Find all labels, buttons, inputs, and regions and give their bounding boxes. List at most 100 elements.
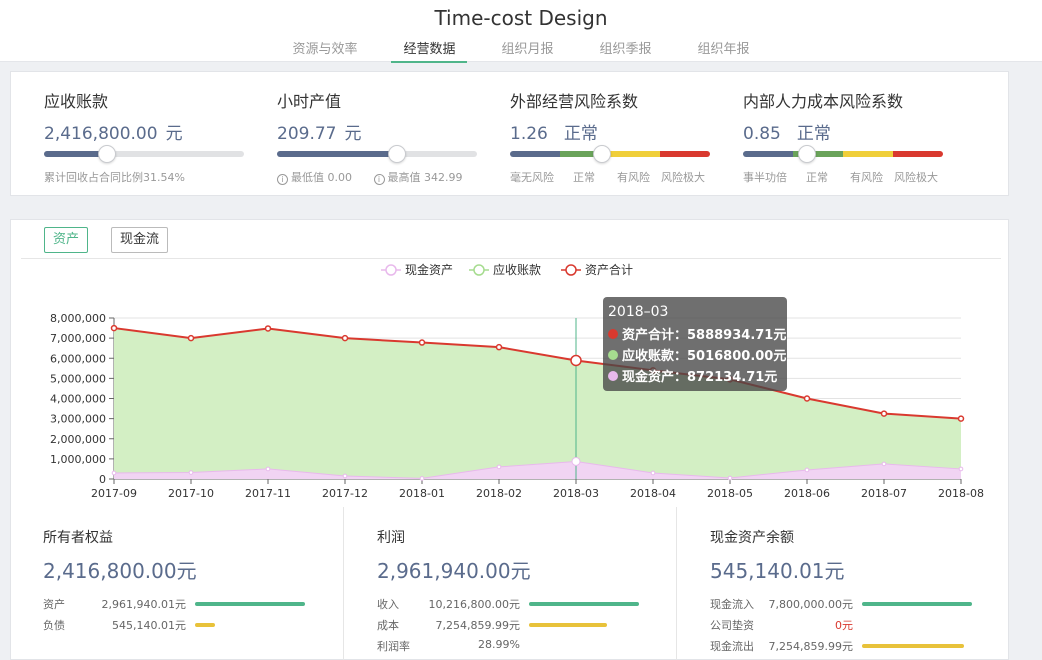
total-assets-point[interactable] <box>418 339 426 346</box>
hourly-level-knob <box>388 145 406 163</box>
cash-assets-point[interactable] <box>496 464 502 470</box>
internal-risk-label: 事半功倍 <box>743 171 787 184</box>
kpi-card: 应收账款 2,416,800.00 元 累计回收占合同比例31.54% 小时产值 … <box>10 71 1009 196</box>
tab-monthly-report[interactable]: 组织月报 <box>489 38 565 63</box>
external-risk-label: 风险极大 <box>661 171 705 184</box>
legend-label[interactable]: 资产合计 <box>585 262 633 277</box>
x-tick-label: 2018-08 <box>938 487 984 500</box>
cash-assets-point[interactable] <box>804 467 810 473</box>
tooltip-row: 现金资产：872134.71元 <box>622 369 777 385</box>
info-icon: i <box>277 174 288 185</box>
receivable-progress-knob <box>98 145 117 163</box>
summary-row-bar <box>862 644 965 648</box>
risk-scale-segment <box>743 151 793 157</box>
kpi-receivable-value: 2,416,800.00 元 <box>44 119 183 144</box>
cash-assets-point[interactable] <box>881 461 887 467</box>
cash-assets-point[interactable] <box>188 470 194 475</box>
x-tick-label: 2017-11 <box>245 487 291 500</box>
total-assets-point[interactable] <box>495 343 503 351</box>
summary-value: 2,416,800.00元 <box>43 559 197 583</box>
header: Time-cost Design 资源与效率 经营数据 组织月报 组织季报 组织… <box>0 0 1042 63</box>
tooltip-row: 应收账款：5016800.00元 <box>622 348 786 364</box>
receivable-progress-bar <box>44 145 244 163</box>
tab-annual-report[interactable]: 组织年报 <box>686 38 762 63</box>
external-risk-knob <box>593 145 611 163</box>
total-assets-point[interactable] <box>187 334 195 342</box>
kpi-hourly-unit: 元 <box>344 124 362 144</box>
cashflow-toggle-button[interactable]: 现金流 <box>111 227 169 253</box>
summary-row-value: 0元 <box>835 619 853 632</box>
summary-row: 现金流入 7,800,000.00元 <box>710 596 972 612</box>
summary-row-bar <box>195 602 305 606</box>
assets-area-chart[interactable]: 0 1,000,000 2,000,000 3,000,000 4,000,000 5,0… <box>11 259 1010 509</box>
y-tick-label: 4,000,000 <box>50 393 106 406</box>
cash-assets-point[interactable] <box>958 466 964 472</box>
cash-assets-point[interactable] <box>650 470 656 476</box>
hourly-level-fill <box>277 151 397 157</box>
summary-row-bar <box>195 623 215 627</box>
total-assets-point[interactable] <box>957 415 965 422</box>
tab-resources-efficiency[interactable]: 资源与效率 <box>280 38 369 63</box>
legend-label[interactable]: 现金资产 <box>405 262 453 277</box>
tooltip-series-dot <box>608 371 618 381</box>
summary-row-value: 7,800,000.00元 <box>768 598 853 611</box>
summary-row: 利润率 28.99% <box>377 638 520 654</box>
x-tick-label: 2018-05 <box>707 487 753 500</box>
x-tick-label: 2017-10 <box>168 487 214 500</box>
cash-assets-point[interactable] <box>727 475 733 481</box>
legend-marker[interactable] <box>565 264 577 276</box>
tooltip-series-dot <box>608 350 618 360</box>
kpi-receivable-title: 应收账款 <box>44 92 109 111</box>
summary-column: 现金资产余额 545,140.01元现金流入 7,800,000.00元 公司垫资 0元… <box>676 507 1009 660</box>
x-tick-label: 2018-06 <box>784 487 830 500</box>
internal-risk-label: 风险极大 <box>894 171 938 184</box>
y-tick-label: 2,000,000 <box>50 433 106 446</box>
hourly-range-note: i 最低值 0.00 i 最高值 342.99 <box>277 169 463 185</box>
tab-quarterly-report[interactable]: 组织季报 <box>588 38 664 63</box>
internal-risk-status: 正常 <box>796 124 831 144</box>
info-icon: i <box>373 174 385 185</box>
x-tick-label: 2018-07 <box>861 487 907 500</box>
y-tick-label: 5,000,000 <box>50 372 106 385</box>
cash-assets-point[interactable] <box>265 466 271 472</box>
kpi-hourly-amount: 209.77 <box>277 124 337 144</box>
summary-row-label: 成本 <box>377 619 399 632</box>
hourly-max-label: 最高值 342.99 <box>387 171 463 184</box>
cash-assets-point[interactable] <box>571 456 581 466</box>
app-title: Time-cost Design <box>434 6 608 30</box>
internal-risk-number: 0.85 <box>743 124 781 144</box>
total-assets-point[interactable] <box>264 325 272 332</box>
tooltip-title: 2018–03 <box>608 304 668 320</box>
kpi-receivable-amount: 2,416,800.00 <box>44 124 158 144</box>
legend-label[interactable]: 应收账款 <box>493 262 541 277</box>
total-assets-point[interactable] <box>880 410 888 417</box>
tooltip-series-dot <box>608 329 618 339</box>
tab-business-data[interactable]: 经营数据 <box>391 38 468 63</box>
total-assets-point[interactable] <box>110 324 118 332</box>
y-tick-label: 6,000,000 <box>50 352 106 365</box>
summary-row: 现金流出 7,254,859.99元 <box>710 638 965 654</box>
assets-toggle-button[interactable]: 资产 <box>44 227 89 253</box>
summary-row: 收入 10,216,800.00元 <box>377 596 639 612</box>
total-assets-point[interactable] <box>341 334 349 342</box>
cash-assets-point[interactable] <box>419 476 425 481</box>
external-risk-label: 正常 <box>573 171 595 184</box>
summary-title: 现金资产余额 <box>710 530 794 546</box>
summary-column: 所有者权益 2,416,800.00元 资产 2,961,940.01元 负债 545,1… <box>10 507 343 660</box>
external-risk-status: 正常 <box>563 124 598 144</box>
kpi-hourly-title: 小时产值 <box>277 92 342 111</box>
cash-assets-point[interactable] <box>111 470 117 476</box>
external-risk-label: 毫无风险 <box>510 171 554 184</box>
kpi-external-risk-title: 外部经营风险系数 <box>510 92 639 111</box>
summary-row: 公司垫资 0元 <box>710 617 853 633</box>
summary-row-bar <box>529 602 639 606</box>
risk-scale-segment <box>843 151 893 157</box>
legend-marker[interactable] <box>385 264 397 276</box>
internal-risk-label: 正常 <box>806 171 828 184</box>
cash-assets-point[interactable] <box>342 473 348 479</box>
legend-marker[interactable] <box>473 264 485 276</box>
total-assets-point[interactable] <box>803 395 811 402</box>
summary-row-value: 28.99% <box>478 638 520 651</box>
summary-value: 545,140.01元 <box>710 559 845 583</box>
total-assets-point[interactable] <box>570 354 582 367</box>
